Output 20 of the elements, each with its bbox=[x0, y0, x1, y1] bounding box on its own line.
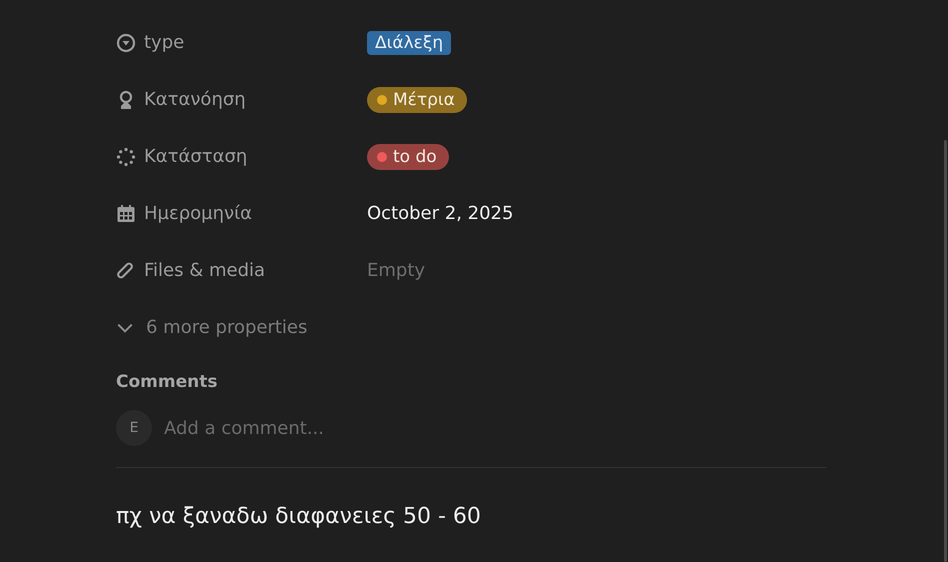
tag[interactable]: Διάλεξη bbox=[367, 30, 452, 54]
scrollbar[interactable] bbox=[944, 140, 947, 562]
property-label: Files & media bbox=[144, 260, 266, 281]
empty-value[interactable]: Empty bbox=[367, 260, 426, 281]
dropdown-circle-icon bbox=[116, 32, 136, 52]
status-tag[interactable]: to do bbox=[367, 144, 449, 170]
property-label: type bbox=[144, 32, 184, 53]
status-tag[interactable]: Μέτρια bbox=[367, 86, 467, 112]
more-properties-button[interactable]: 6 more properties bbox=[116, 299, 308, 356]
body-text[interactable]: πχ να ξαναδω διαφανειες 50 - 60 bbox=[116, 504, 826, 529]
calendar-icon bbox=[116, 204, 136, 224]
loading-icon bbox=[116, 146, 136, 166]
property-label: Κατάσταση bbox=[144, 146, 248, 167]
paperclip-icon bbox=[116, 260, 136, 280]
comment-field[interactable]: Add a comment... bbox=[164, 418, 564, 438]
property-label: Ημερομηνία bbox=[144, 203, 252, 224]
comments-heading: Comments bbox=[116, 372, 218, 392]
date-value[interactable]: October 2, 2025 bbox=[367, 203, 514, 224]
avatar: E bbox=[116, 410, 152, 446]
property-label: Κατανόηση bbox=[144, 89, 246, 110]
